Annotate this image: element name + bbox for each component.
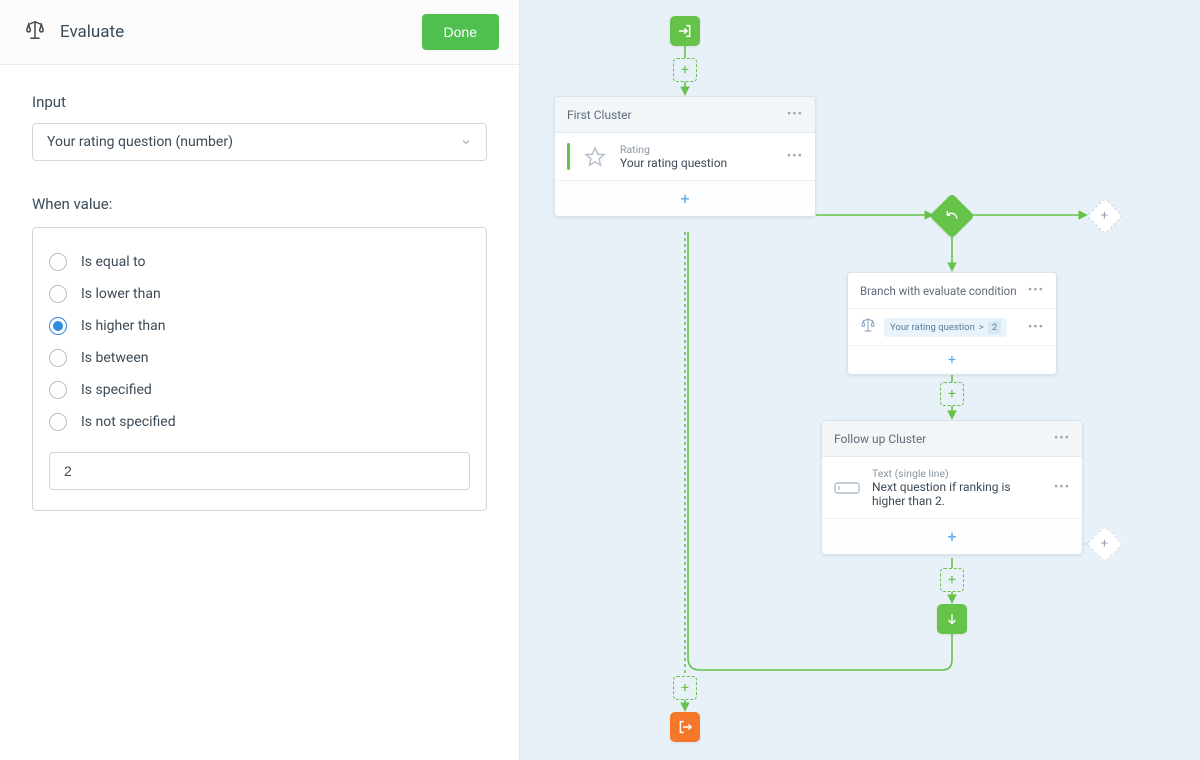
- question-menu-button[interactable]: •••: [1054, 480, 1070, 495]
- branch-add-condition[interactable]: +: [848, 345, 1056, 374]
- branch-menu-button[interactable]: •••: [1028, 283, 1044, 298]
- radio-icon: [49, 253, 67, 271]
- when-option[interactable]: Is lower than: [49, 278, 470, 310]
- branch-add-slot[interactable]: +: [1087, 526, 1124, 563]
- cluster-followup[interactable]: Follow up Cluster ••• Text (single line)…: [821, 420, 1083, 555]
- when-option-label: Is specified: [81, 382, 152, 398]
- branch-add-slot[interactable]: +: [1087, 198, 1124, 235]
- panel-title: Evaluate: [60, 22, 124, 42]
- cluster-add-question[interactable]: +: [822, 518, 1082, 554]
- threshold-input[interactable]: [49, 452, 470, 490]
- when-option-label: Is equal to: [81, 254, 146, 270]
- condition-pill: Your rating question > 2: [884, 318, 1007, 337]
- exit-icon: [677, 719, 693, 735]
- return-icon: [945, 207, 959, 225]
- radio-icon: [49, 349, 67, 367]
- flow-canvas[interactable]: + First Cluster ••• Rating Your rating q…: [520, 0, 1200, 760]
- chevron-down-icon: [460, 136, 472, 148]
- question-type: Rating: [620, 143, 727, 156]
- cluster-add-question[interactable]: +: [555, 180, 815, 216]
- end-node[interactable]: [670, 712, 700, 742]
- question-title: Your rating question: [620, 156, 727, 170]
- scale-icon: [24, 19, 46, 45]
- radio-icon: [49, 285, 67, 303]
- scale-icon: [860, 317, 876, 337]
- question-menu-button[interactable]: •••: [787, 149, 803, 164]
- panel-body: Input Your rating question (number) When…: [0, 65, 519, 539]
- start-node[interactable]: [670, 16, 700, 46]
- flow-add-slot[interactable]: +: [673, 58, 697, 82]
- cluster-header: First Cluster •••: [555, 97, 815, 133]
- question-row[interactable]: Rating Your rating question •••: [555, 133, 815, 180]
- when-option[interactable]: Is not specified: [49, 406, 470, 438]
- when-option[interactable]: Is equal to: [49, 246, 470, 278]
- merge-node[interactable]: [937, 604, 967, 634]
- radio-icon: [49, 317, 67, 335]
- branch-node[interactable]: Branch with evaluate condition ••• Your …: [847, 272, 1057, 375]
- arrow-down-icon: [945, 612, 959, 626]
- flow-add-slot[interactable]: +: [940, 382, 964, 406]
- branch-condition-row[interactable]: Your rating question > 2 •••: [848, 308, 1056, 345]
- when-option-label: Is not specified: [81, 414, 176, 430]
- branch-title: Branch with evaluate condition: [860, 284, 1017, 298]
- when-option-label: Is lower than: [81, 286, 161, 302]
- when-label: When value:: [32, 195, 487, 213]
- when-option-label: Is higher than: [81, 318, 165, 334]
- when-option-label: Is between: [81, 350, 148, 366]
- when-option[interactable]: Is between: [49, 342, 470, 374]
- radio-icon: [49, 381, 67, 399]
- when-options-box: Is equal to Is lower than Is higher than Is…: [32, 227, 487, 511]
- cluster-menu-button[interactable]: •••: [1054, 431, 1070, 446]
- text-input-icon: [834, 475, 860, 501]
- evaluate-node[interactable]: [929, 193, 974, 238]
- condition-op: >: [979, 322, 984, 333]
- input-select-value: Your rating question (number): [47, 134, 233, 150]
- cluster-first[interactable]: First Cluster ••• Rating Your rating que…: [554, 96, 816, 217]
- input-select[interactable]: Your rating question (number): [32, 123, 487, 161]
- flow-add-slot[interactable]: +: [673, 676, 697, 700]
- cluster-menu-button[interactable]: •••: [787, 107, 803, 122]
- done-button[interactable]: Done: [422, 14, 499, 50]
- panel-header: Evaluate Done: [0, 0, 519, 65]
- question-accent: [567, 143, 570, 170]
- cluster-header: Follow up Cluster •••: [822, 421, 1082, 457]
- input-label: Input: [32, 93, 487, 111]
- when-option[interactable]: Is specified: [49, 374, 470, 406]
- cluster-title: First Cluster: [567, 108, 632, 122]
- radio-icon: [49, 413, 67, 431]
- question-row[interactable]: Text (single line) Next question if rank…: [822, 457, 1082, 518]
- flow-add-slot[interactable]: +: [940, 568, 964, 592]
- condition-menu-button[interactable]: •••: [1028, 320, 1044, 335]
- cluster-title: Follow up Cluster: [834, 432, 926, 446]
- condition-field: Your rating question: [890, 322, 975, 333]
- question-title: Next question if ranking is higher than …: [872, 480, 1022, 508]
- condition-value: 2: [988, 321, 1001, 334]
- question-type: Text (single line): [872, 467, 1022, 480]
- star-icon: [582, 144, 608, 170]
- when-option[interactable]: Is higher than: [49, 310, 470, 342]
- evaluate-panel: Evaluate Done Input Your rating question…: [0, 0, 520, 760]
- enter-icon: [677, 23, 693, 39]
